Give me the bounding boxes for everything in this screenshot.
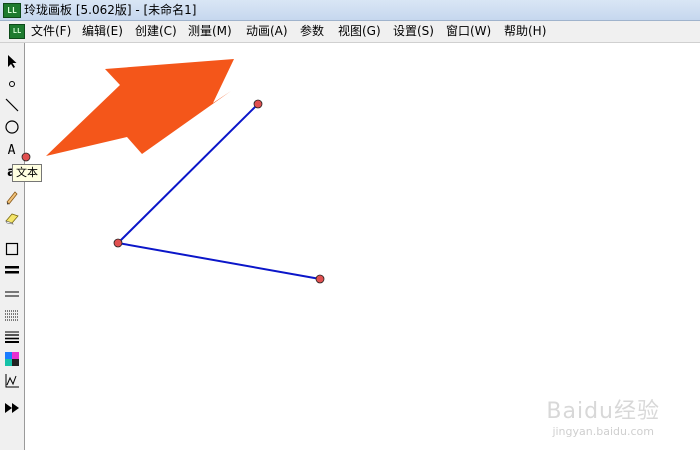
point-icon[interactable] (2, 75, 21, 93)
canvas-drawing (46, 59, 325, 284)
menu-settings[interactable]: 设置(S) (393, 24, 434, 39)
rectangle-icon[interactable] (2, 240, 21, 258)
watermark-url: jingyan.baidu.com (552, 425, 654, 438)
menu-edit[interactable]: 编辑(E) (82, 24, 123, 39)
menu-parameters[interactable]: 参数 (300, 24, 324, 39)
line-style-icon[interactable] (2, 285, 21, 303)
line-segment-2[interactable] (117, 242, 321, 280)
watermark: Baidu经验 jingyan.baidu.com (546, 393, 660, 438)
point-c[interactable] (315, 274, 325, 284)
drawing-canvas[interactable] (25, 43, 700, 450)
menu-window[interactable]: 窗口(W) (446, 24, 491, 39)
orange-arrow-annotation (46, 59, 234, 156)
menu-view[interactable]: 视图(G) (338, 24, 381, 39)
fast-forward-icon[interactable] (2, 399, 21, 417)
line-weight-icon[interactable] (2, 328, 21, 346)
watermark-brand: Baidu经验 (546, 399, 660, 424)
tooltip: 文本 (12, 164, 42, 182)
document-icon[interactable]: LL (9, 24, 25, 39)
menu-help[interactable]: 帮助(H) (504, 24, 546, 39)
partial-point (21, 152, 31, 162)
text-tool-icon[interactable]: A (2, 141, 21, 159)
line-segment-icon[interactable] (2, 96, 21, 114)
title-bar: LL 玲珑画板 [5.062版] - [未命名1] (0, 0, 700, 21)
thick-line-icon[interactable] (2, 261, 21, 279)
menu-file[interactable]: 文件(F) (31, 24, 71, 39)
menu-bar: LL 文件(F) 编辑(E) 创建(C) 测量(M) 动画(A) 参数 视图(G… (0, 21, 700, 43)
app-icon: LL (3, 3, 21, 18)
point-b[interactable] (113, 238, 123, 248)
menu-measure[interactable]: 测量(M) (188, 24, 232, 39)
eraser-icon[interactable] (2, 209, 21, 227)
menu-create[interactable]: 创建(C) (135, 24, 177, 39)
dotted-fill-icon[interactable] (2, 306, 21, 324)
color-palette-icon[interactable] (2, 350, 21, 368)
window-title: 玲珑画板 [5.062版] - [未命名1] (24, 3, 197, 17)
toolbox: A a (0, 43, 25, 450)
point-a[interactable] (253, 99, 263, 109)
circle-icon[interactable] (2, 118, 21, 136)
graph-icon[interactable] (2, 372, 21, 390)
menu-animation[interactable]: 动画(A) (246, 24, 288, 39)
select-arrow-icon[interactable] (2, 52, 21, 70)
pencil-icon[interactable] (2, 188, 21, 206)
